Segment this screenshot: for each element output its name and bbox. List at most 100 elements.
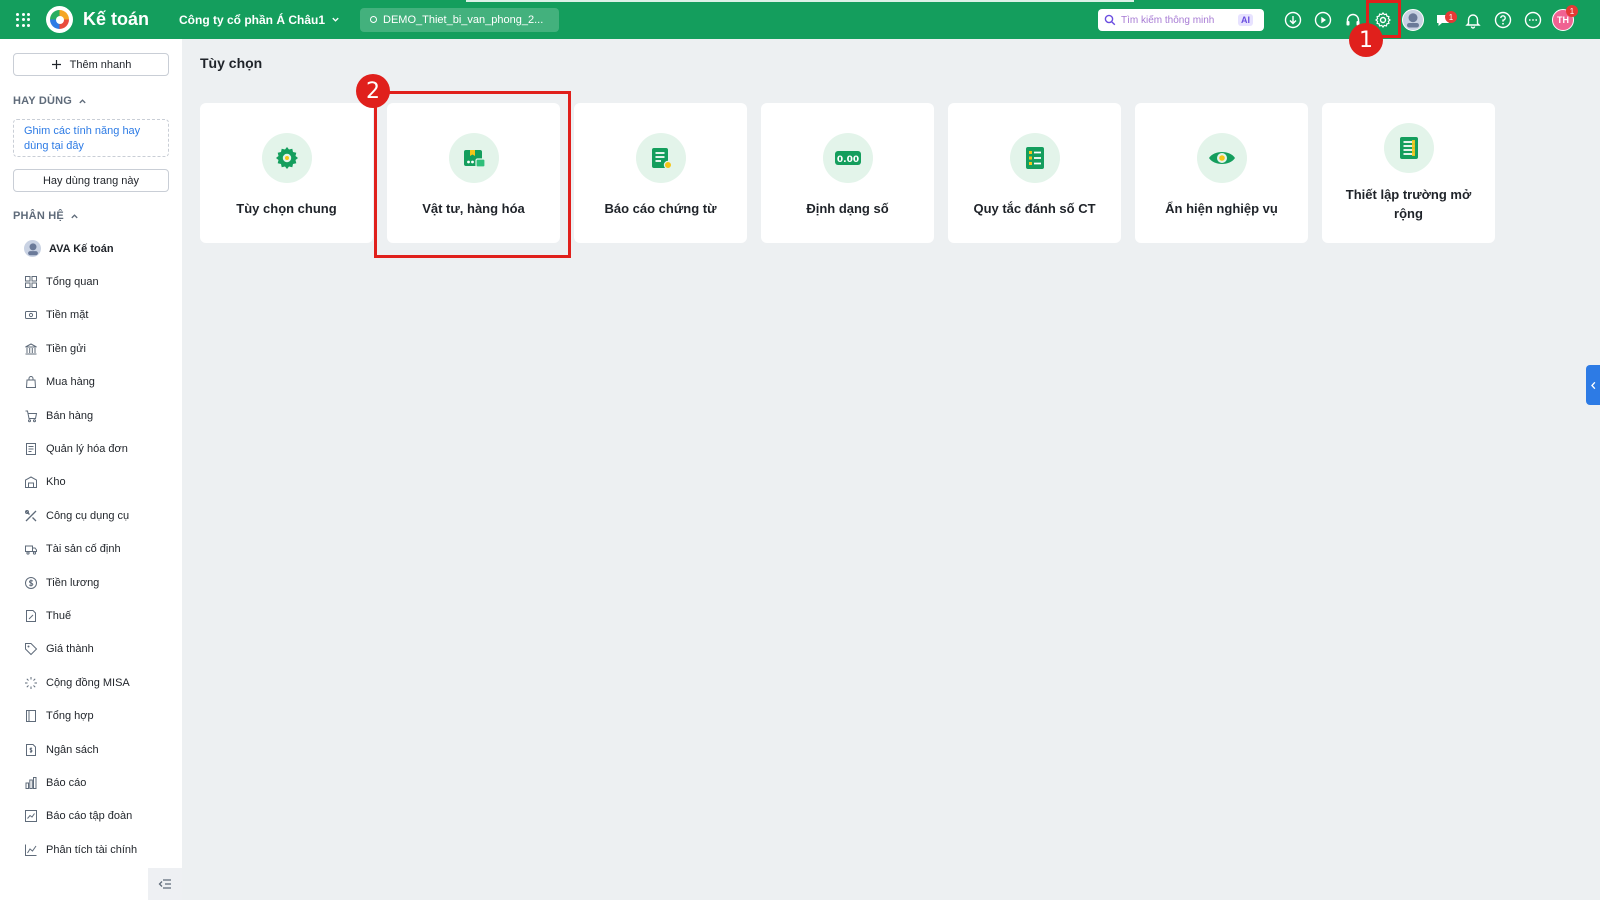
chevron-down-icon (332, 17, 339, 22)
ai-badge[interactable]: AI (1238, 14, 1253, 26)
header-actions: 1 TH 1 (1278, 0, 1578, 39)
sidebar-item-label: Tổng quan (46, 276, 99, 289)
sidebar-item-summary[interactable]: Tổng hợp (0, 699, 182, 732)
sidebar: Thêm nhanh HAY DÙNG Ghim các tính năng h… (0, 39, 182, 900)
chevron-up-icon (71, 213, 78, 218)
plus-icon (51, 60, 61, 69)
sidebar-item-label: Tiền gửi (46, 342, 86, 355)
loading-bar (466, 0, 1134, 2)
analysis-icon (25, 844, 37, 856)
sidebar-item-label: AVA Kế toán (49, 242, 114, 255)
sidebar-item-label: Giá thành (46, 643, 94, 656)
ava-icon (24, 240, 41, 258)
modules-section-toggle[interactable]: PHÂN HỆ (13, 210, 79, 222)
quick-add-label: Thêm nhanh (69, 58, 132, 71)
sidebar-item-warehouse[interactable]: Kho (0, 466, 182, 499)
cash-icon (25, 311, 37, 320)
frequent-heading: HAY DÙNG (13, 95, 73, 107)
ava-avatar (1402, 8, 1424, 31)
quick-add-button[interactable]: Thêm nhanh (13, 53, 169, 76)
sidebar-item-fixed-assets[interactable]: Tài sản cố định (0, 533, 182, 566)
cart-icon (25, 410, 38, 422)
invoice-icon (26, 443, 36, 456)
sidebar-item-ava[interactable]: AVA Kế toán (0, 232, 182, 265)
sidebar-item-cost[interactable]: Giá thành (0, 633, 182, 666)
step-1-badge: 1 (1349, 23, 1383, 57)
sidebar-item-financial-analysis[interactable]: Phân tích tài chính (0, 833, 182, 866)
community-icon (25, 676, 37, 689)
document-report-icon (635, 133, 686, 183)
download-icon (1284, 11, 1302, 28)
tax-icon (26, 609, 36, 622)
sidebar-item-salary[interactable]: Tiền lương (0, 566, 182, 599)
sidebar-item-overview[interactable]: Tổng quan (0, 265, 182, 298)
database-selector[interactable]: DEMO_Thiet_bi_van_phong_2... (360, 7, 560, 32)
salary-icon (25, 576, 37, 589)
page-title: Tùy chọn (200, 55, 263, 71)
dashboard-icon (25, 276, 37, 289)
ava-assistant-button[interactable] (1398, 0, 1428, 39)
sidebar-item-label: Bán hàng (46, 409, 94, 422)
help-button[interactable] (1488, 0, 1518, 39)
sidebar-item-report[interactable]: Báo cáo (0, 766, 182, 799)
sidebar-item-budget[interactable]: Ngân sách (0, 733, 182, 766)
use-this-page-button[interactable]: Hay dùng trang này (13, 169, 169, 192)
card-general-options[interactable]: Tùy chọn chung (200, 103, 373, 243)
sidebar-item-label: Tài sản cố định (46, 543, 121, 556)
sidebar-item-label: Tiền lương (46, 576, 100, 589)
budget-icon (26, 743, 36, 756)
sidebar-item-label: Tiền mặt (46, 309, 89, 322)
side-panel-toggle[interactable] (1586, 365, 1600, 405)
misa-logo-icon (46, 6, 73, 33)
card-label: Ẩn hiện nghiệp vụ (1165, 201, 1278, 216)
sidebar-item-label: Quản lý hóa đơn (46, 443, 128, 456)
sidebar-item-cash[interactable]: Tiền mặt (0, 299, 182, 332)
card-show-hide-operations[interactable]: Ẩn hiện nghiệp vụ (1135, 103, 1308, 243)
card-number-format[interactable]: 0.00 Định dạng số (761, 103, 934, 243)
chat-button[interactable]: 1 (1428, 0, 1458, 39)
collapse-sidebar-button[interactable] (148, 868, 182, 900)
search-input[interactable] (1121, 14, 1233, 26)
sidebar-item-group-report[interactable]: Báo cáo tập đoàn (0, 800, 182, 833)
sidebar-item-label: Tổng hợp (46, 710, 94, 723)
sidebar-item-tools[interactable]: Công cụ dụng cụ (0, 499, 182, 532)
app-grid-icon[interactable] (16, 12, 30, 27)
sidebar-item-label: Kho (46, 476, 66, 489)
sidebar-item-label: Phân tích tài chính (46, 843, 138, 856)
sidebar-item-sales[interactable]: Bán hàng (0, 399, 182, 432)
bank-icon (25, 343, 37, 355)
card-numbering-rule[interactable]: Quy tắc đánh số CT (948, 103, 1121, 243)
sidebar-item-purchase[interactable]: Mua hàng (0, 366, 182, 399)
search-icon (1104, 14, 1116, 26)
sidebar-item-community[interactable]: Cộng đồng MISA (0, 666, 182, 699)
truck-icon (25, 545, 37, 555)
company-selector[interactable]: Công ty cổ phần Á Châu1 (179, 13, 340, 27)
more-icon (1524, 11, 1542, 28)
sidebar-item-label: Báo cáo tập đoàn (46, 810, 133, 823)
report-icon (25, 776, 37, 789)
step-2-badge: 2 (356, 74, 390, 108)
download-button[interactable] (1278, 0, 1308, 39)
card-document-report[interactable]: Báo cáo chứng từ (574, 103, 747, 243)
video-guide-button[interactable] (1308, 0, 1338, 39)
sidebar-item-label: Ngân sách (46, 743, 99, 756)
frequent-section-toggle[interactable]: HAY DÙNG (13, 95, 87, 107)
sidebar-item-tax[interactable]: Thuế (0, 599, 182, 632)
tools-icon (25, 509, 37, 522)
card-extended-fields[interactable]: Thiết lập trường mở rộng (1322, 103, 1495, 243)
bell-icon (1465, 13, 1481, 29)
chat-badge: 1 (1445, 11, 1457, 23)
more-button[interactable] (1518, 0, 1548, 39)
user-menu-button[interactable]: TH 1 (1548, 0, 1578, 39)
database-name: DEMO_Thiet_bi_van_phong_2... (383, 13, 544, 26)
modules-heading: PHÂN HỆ (13, 210, 64, 222)
chevron-left-icon (1590, 381, 1595, 389)
sidebar-item-deposit[interactable]: Tiền gửi (0, 332, 182, 365)
smart-search[interactable]: AI (1098, 9, 1264, 31)
svg-text:0.00: 0.00 (836, 155, 858, 165)
module-nav: AVA Kế toán Tổng quan Tiền mặt Tiền gửi … (0, 232, 182, 866)
notification-button[interactable] (1458, 0, 1488, 39)
sidebar-item-invoice[interactable]: Quản lý hóa đơn (0, 432, 182, 465)
status-dot-icon (370, 16, 378, 23)
card-label: Thiết lập trường mở rộng (1345, 187, 1472, 221)
